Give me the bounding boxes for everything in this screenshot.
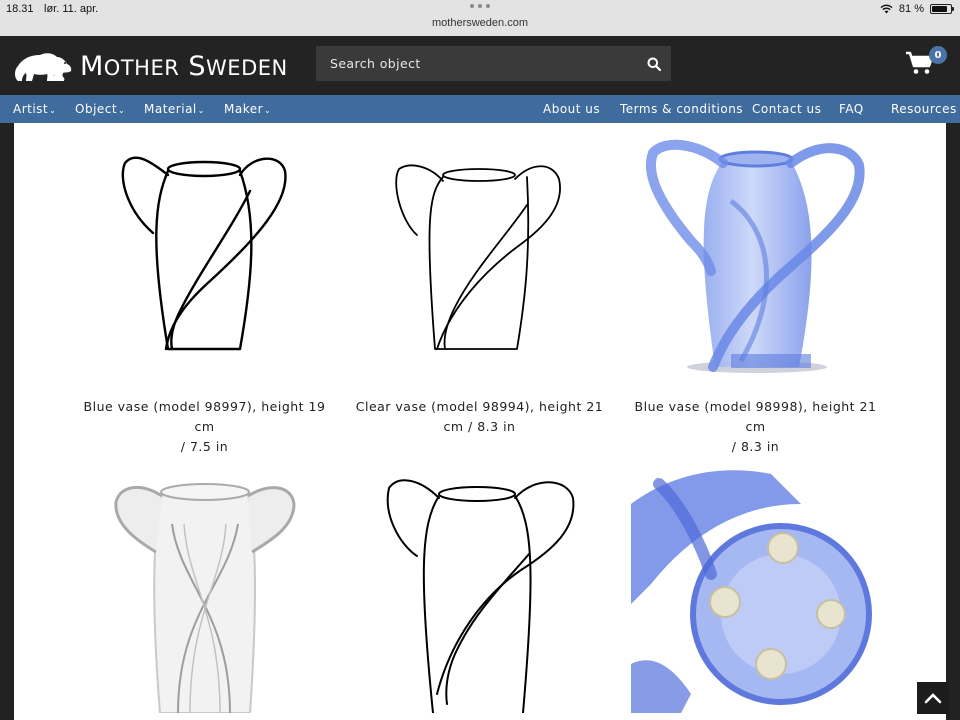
caption-line: Blue vase (model 98998), height 21 cm bbox=[634, 399, 877, 434]
chevron-up-icon bbox=[924, 693, 942, 704]
product-card[interactable] bbox=[80, 464, 329, 713]
nav-label: Artist bbox=[13, 102, 49, 116]
nav-resources[interactable]: Resources bbox=[891, 102, 957, 116]
browser-status-bar: 18.31 lør. 11. apr. mothersweden.com 81 … bbox=[0, 0, 960, 36]
product-image[interactable] bbox=[80, 464, 329, 713]
cart-count-badge: 0 bbox=[929, 46, 947, 64]
product-image[interactable] bbox=[355, 131, 604, 380]
logo-text: MOTHER SWEDEN bbox=[80, 50, 288, 82]
product-image[interactable] bbox=[631, 131, 880, 380]
product-caption[interactable]: Blue vase (model 98997), height 19 cm / … bbox=[80, 397, 329, 457]
battery-percent: 81 % bbox=[898, 3, 924, 15]
nav-label: Maker bbox=[224, 102, 264, 116]
clear-vase-photo bbox=[114, 483, 296, 713]
nav-terms[interactable]: Terms & conditions bbox=[620, 102, 743, 116]
nav-label: Object bbox=[75, 102, 118, 116]
nav-maker[interactable]: Maker⌄ bbox=[224, 102, 271, 116]
cart-button[interactable]: 0 bbox=[905, 46, 947, 84]
chevron-down-icon: ⌄ bbox=[118, 106, 126, 115]
nav-contact-us[interactable]: Contact us bbox=[752, 102, 821, 116]
vase-drawing bbox=[395, 164, 561, 350]
chevron-down-icon: ⌄ bbox=[264, 106, 272, 115]
vase-bottom-photo bbox=[631, 470, 872, 713]
nav-artist[interactable]: Artist⌄ bbox=[13, 102, 56, 116]
product-caption[interactable]: Blue vase (model 98998), height 21 cm / … bbox=[631, 397, 880, 457]
vase-drawing bbox=[121, 156, 287, 351]
chevron-down-icon: ⌄ bbox=[197, 106, 205, 115]
nav-material[interactable]: Material⌄ bbox=[144, 102, 205, 116]
nav-about-us[interactable]: About us bbox=[543, 102, 600, 116]
wifi-icon bbox=[880, 4, 893, 14]
vase-drawing bbox=[386, 479, 575, 713]
blue-vase-photo bbox=[645, 139, 865, 373]
battery-icon bbox=[930, 4, 954, 14]
polar-bear-logo-icon bbox=[15, 53, 72, 81]
search-icon bbox=[647, 57, 661, 71]
site-header: MOTHER SWEDEN 0 bbox=[0, 36, 960, 95]
status-right: 81 % bbox=[880, 3, 954, 15]
status-time: 18.31 bbox=[6, 3, 34, 15]
site-logo[interactable]: MOTHER SWEDEN bbox=[12, 46, 288, 86]
caption-line: cm / 8.3 in bbox=[443, 419, 516, 434]
search-input[interactable] bbox=[316, 46, 616, 81]
chevron-down-icon: ⌄ bbox=[49, 106, 57, 115]
product-card[interactable] bbox=[355, 464, 604, 713]
product-image[interactable] bbox=[631, 464, 880, 713]
caption-line: / 7.5 in bbox=[180, 439, 229, 454]
search-box bbox=[316, 46, 671, 81]
caption-line: Clear vase (model 98994), height 21 bbox=[355, 399, 604, 414]
nav-label: Material bbox=[144, 102, 197, 116]
product-card[interactable]: Clear vase (model 98994), height 21 cm /… bbox=[355, 131, 604, 437]
back-to-top-button[interactable] bbox=[917, 682, 949, 714]
product-grid: Blue vase (model 98997), height 19 cm / … bbox=[14, 123, 946, 720]
caption-line: / 8.3 in bbox=[731, 439, 780, 454]
search-button[interactable] bbox=[643, 53, 665, 75]
url-bar[interactable]: mothersweden.com bbox=[0, 17, 960, 29]
nav-object[interactable]: Object⌄ bbox=[75, 102, 125, 116]
nav-faq[interactable]: FAQ bbox=[839, 102, 864, 116]
product-image[interactable] bbox=[80, 131, 329, 380]
product-card[interactable] bbox=[631, 464, 880, 713]
product-card[interactable]: Blue vase (model 98997), height 19 cm / … bbox=[80, 131, 329, 457]
caption-line: Blue vase (model 98997), height 19 cm bbox=[83, 399, 326, 434]
product-caption[interactable]: Clear vase (model 98994), height 21 cm /… bbox=[355, 397, 604, 437]
main-nav: Artist⌄ Object⌄ Material⌄ Maker⌄ About u… bbox=[0, 95, 960, 123]
tab-dots-icon[interactable] bbox=[470, 4, 490, 10]
status-date: lør. 11. apr. bbox=[44, 3, 99, 15]
product-image[interactable] bbox=[355, 464, 604, 713]
product-card[interactable]: Blue vase (model 98998), height 21 cm / … bbox=[631, 131, 880, 457]
